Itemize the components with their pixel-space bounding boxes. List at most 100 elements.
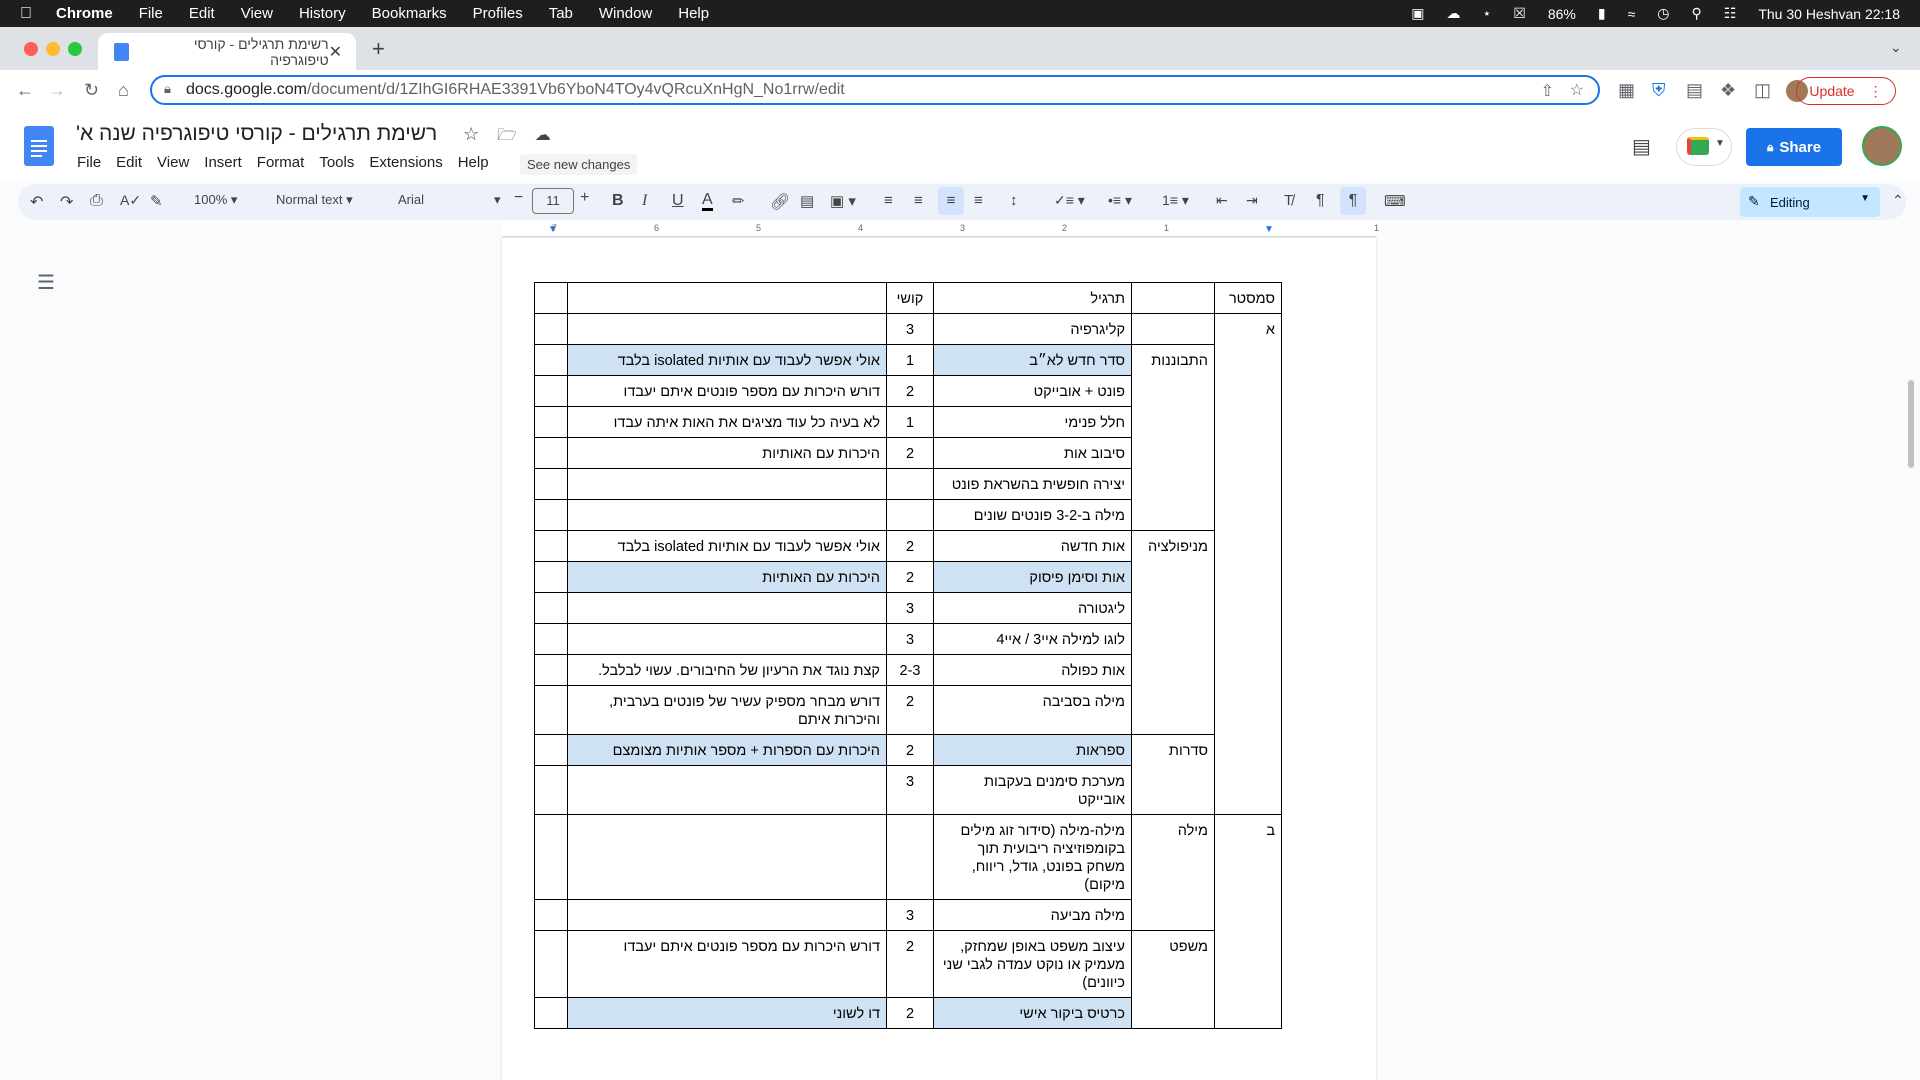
decrease-font-size-button[interactable]: − [514,189,523,207]
new-tab-icon[interactable]: + [372,36,385,62]
note-cell[interactable]: לא בעיה כל עוד מציגים את האות איתה עבדו [567,406,887,438]
star-icon[interactable]: ☆ [463,124,479,144]
blank-cell[interactable] [534,375,568,407]
diff-cell[interactable] [886,499,934,531]
ex-cell[interactable]: מערכת סימנים בעקבות אובייקט [933,765,1132,815]
note-cell[interactable] [567,814,887,900]
document-title[interactable]: רשימת תרגילים - קורסי טיפוגרפיה שנה א' ☆… [76,122,551,151]
blank-cell[interactable] [534,468,568,500]
menubar-file[interactable]: File [139,5,163,22]
diff-cell[interactable]: 3 [886,592,934,624]
creative-cloud-icon[interactable]: ☁ [1447,5,1461,22]
tab-search-chevron-icon[interactable]: ⌄ [1890,39,1902,56]
back-arrow-icon[interactable]: ← [16,80,34,101]
cloud-status-icon[interactable]: ☁ [535,127,551,144]
justify-icon[interactable]: ≡ [974,192,983,209]
decrease-indent-icon[interactable]: ⇤ [1216,192,1228,209]
numbered-list-icon[interactable]: 1≡ ▾ [1162,192,1189,209]
bluetooth-icon[interactable]: ⋆ [1483,5,1492,22]
header-cell[interactable] [567,282,887,314]
ex-cell[interactable]: מילה בסביבה [933,685,1132,735]
blank-cell[interactable] [534,344,568,376]
move-folder-icon[interactable]: 🗁︎ [497,127,517,144]
blank-cell[interactable] [534,561,568,593]
note-cell[interactable]: דורש היכרות עם מספר פונטים איתם יעבדו [567,930,887,998]
blank-cell[interactable] [534,654,568,686]
cat-cell[interactable]: מניפולציה [1131,530,1215,735]
note-cell[interactable] [567,499,887,531]
kebab-menu-icon[interactable]: ⋮ [1869,83,1883,100]
ex-cell[interactable]: ליגטורה [933,592,1132,624]
diff-cell[interactable]: 2 [886,561,934,593]
diff-cell[interactable]: 2 [886,685,934,735]
note-cell[interactable] [567,592,887,624]
browser-tab-active[interactable]: רשימת תרגילים - קורסי טיפוגרפיה ✕ [98,33,356,70]
diff-cell[interactable]: 2 [886,530,934,562]
header-cell[interactable]: קושי [886,282,934,314]
blank-cell[interactable] [534,930,568,998]
extension-shield-icon[interactable]: ⛨ [1652,80,1666,101]
rtl-direction-icon[interactable]: ¶ [1340,187,1366,215]
blank-cell[interactable] [534,437,568,469]
menubar-bookmarks[interactable]: Bookmarks [372,5,447,22]
ruler-right-indent-marker-icon[interactable]: ▼ [1264,224,1274,235]
blank-cell[interactable] [534,623,568,655]
diff-cell[interactable]: 2-3 [886,654,934,686]
note-cell[interactable] [567,313,887,345]
print-icon[interactable]: ⎙ [90,192,103,210]
redo-icon[interactable]: ↷ [60,192,73,212]
address-bar[interactable]: 🔒︎ docs.google.com /document/d/1ZIhGI6RH… [150,75,1600,105]
highlight-icon[interactable]: ✏ [732,192,745,210]
status-app-icon[interactable]: ▣ [1411,5,1424,22]
menu-file[interactable]: File [77,154,101,171]
blank-cell[interactable] [534,685,568,735]
menu-extensions[interactable]: Extensions [369,154,442,171]
menu-format[interactable]: Format [257,154,305,171]
ex hl-cell[interactable]: אות וסימן פיסוק [933,561,1132,593]
menubar-profiles[interactable]: Profiles [473,5,523,22]
cat-cell[interactable]: משפט [1131,930,1215,1029]
share-page-icon[interactable]: ⇧ [1541,81,1554,101]
extension-save-icon[interactable]: ▤ [1686,80,1703,101]
spellcheck-icon[interactable]: A✓ [120,192,141,209]
font-size-input[interactable]: 11 [532,188,574,214]
font-select[interactable]: Arial ▾ [398,192,501,208]
note-cell[interactable]: דורש מבחר מספיק עשיר של פונטים בערבית, ו… [567,685,887,735]
time-machine-icon[interactable]: ◷ [1657,5,1669,22]
cat-cell[interactable]: מילה [1131,814,1215,931]
zoom-select[interactable]: 100% ▾ [194,192,237,208]
note-cell[interactable] [567,623,887,655]
note-cell[interactable] [567,899,887,931]
menubar-edit[interactable]: Edit [189,5,215,22]
cat-cell[interactable]: התבוננות [1131,344,1215,531]
blank-cell[interactable] [534,814,568,900]
ex-cell[interactable]: סיבוב אות [933,437,1132,469]
paint-format-icon[interactable]: ✎ [150,192,163,210]
note-cell[interactable]: אולי אפשר לעבוד עם אותיות isolated בלבד [567,530,887,562]
bookmark-star-icon[interactable]: ☆ [1570,80,1584,100]
align-right-icon[interactable]: ≡ [938,187,964,215]
italic-icon[interactable]: I [642,192,647,210]
note-cell[interactable]: היכרות עם האותיות [567,437,887,469]
ltr-direction-icon[interactable]: ¶ [1316,192,1325,210]
align-left-icon[interactable]: ≡ [884,192,893,209]
menubar-history[interactable]: History [299,5,346,22]
menu-tools[interactable]: Tools [319,154,354,171]
extension-qr-icon[interactable]: ▦ [1618,80,1635,101]
blank-cell[interactable] [534,530,568,562]
bold-icon[interactable]: B [612,192,624,210]
undo-icon[interactable]: ↶ [30,192,43,212]
sem-cell[interactable]: א [1214,313,1282,815]
ex hl-cell[interactable]: כרטיס ביקור אישי [933,997,1132,1029]
header-cell[interactable]: תרגיל [933,282,1132,314]
ex-cell[interactable]: אות כפולה [933,654,1132,686]
add-comment-icon[interactable]: ▤ [800,192,814,210]
diff-cell[interactable]: 3 [886,313,934,345]
diff-cell[interactable] [886,468,934,500]
increase-indent-icon[interactable]: ⇥ [1246,192,1258,209]
note-cell[interactable] [567,468,887,500]
ex-cell[interactable]: קליגרפיה [933,313,1132,345]
note-cell[interactable]: דורש היכרות עם מספר פונטים איתם יעבדו [567,375,887,407]
note-cell[interactable]: קצת נוגד את הרעיון של החיבורים. עשוי לבל… [567,654,887,686]
meet-button[interactable]: ▼ [1676,128,1732,166]
